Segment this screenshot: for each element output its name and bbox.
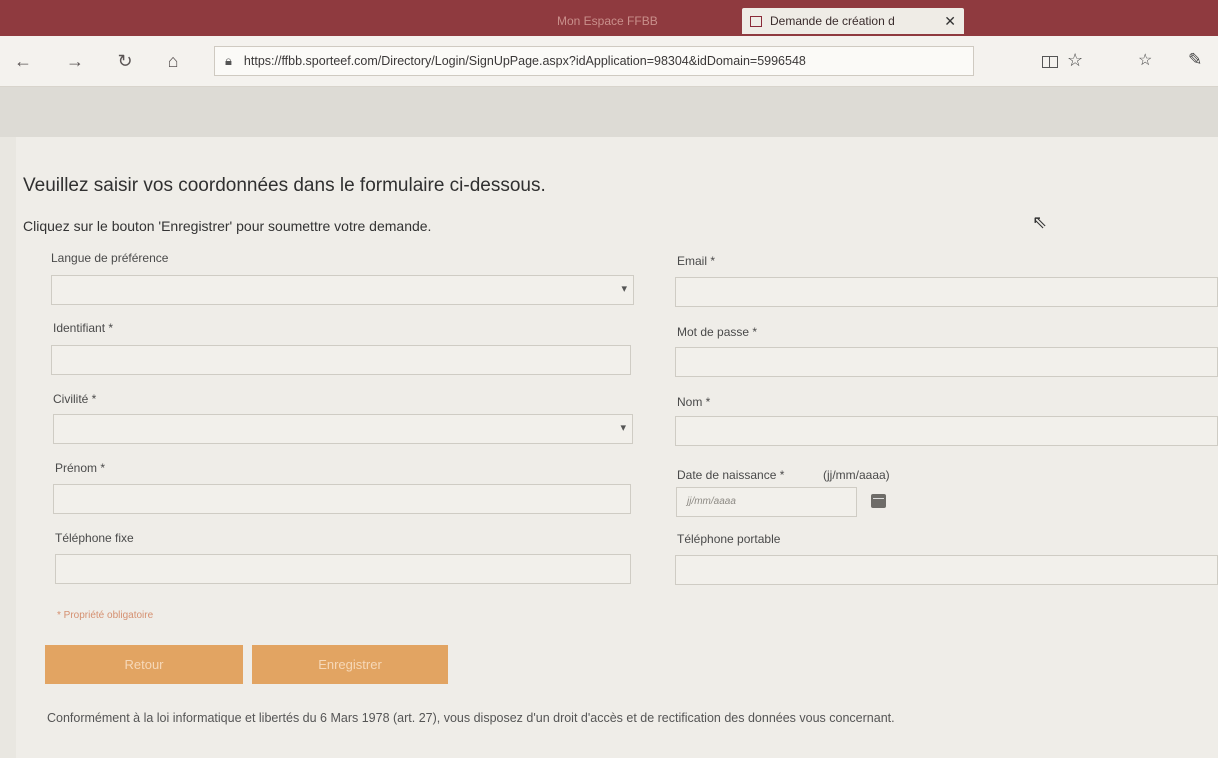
nom-label: Nom * [677, 395, 711, 409]
pen-icon[interactable]: ✎ [1188, 50, 1202, 70]
tab-mon-espace[interactable]: Mon Espace FFBB [545, 8, 754, 34]
page-title: Veuillez saisir vos coordonnées dans le … [23, 175, 546, 196]
email-input[interactable] [675, 277, 1218, 307]
retour-button[interactable]: Retour [45, 645, 243, 684]
mot-de-passe-label: Mot de passe * [677, 325, 758, 339]
lock-icon: 🔒︎ [225, 53, 232, 68]
telephone-fixe-input[interactable] [55, 554, 631, 584]
civilite-select[interactable] [53, 414, 633, 444]
mot-de-passe-input[interactable] [675, 347, 1218, 377]
tab-label: Demande de création d [770, 14, 895, 28]
page-banner [0, 87, 1218, 137]
address-bar[interactable]: 🔒︎ https://ffbb.sporteef.com/Directory/L… [214, 46, 974, 76]
tab-2[interactable] [305, 8, 399, 34]
civilite-label: Civilité * [53, 392, 97, 406]
identifiant-input[interactable] [51, 345, 631, 375]
tab-demande-creation[interactable]: Demande de création d ✕ [742, 8, 964, 34]
calendar-icon[interactable] [871, 494, 886, 508]
langue-select[interactable] [51, 275, 634, 305]
page-subtitle: Cliquez sur le bouton 'Enregistrer' pour… [23, 218, 432, 234]
reading-view-icon[interactable] [1042, 56, 1058, 68]
tab-1[interactable] [40, 8, 294, 34]
date-format-hint: (jj/mm/aaaa) [823, 468, 890, 482]
date-naissance-label: Date de naissance * [677, 468, 785, 482]
refresh-icon[interactable]: ↻ [112, 49, 138, 73]
back-icon[interactable]: ← [10, 49, 36, 73]
close-icon[interactable]: ✕ [944, 8, 956, 34]
url-text[interactable]: https://ffbb.sporteef.com/Directory/Logi… [244, 54, 806, 68]
legal-notice: Conformément à la loi informatique et li… [47, 711, 895, 725]
telephone-fixe-label: Téléphone fixe [55, 531, 134, 545]
forward-icon[interactable]: → [62, 49, 88, 73]
telephone-portable-label: Téléphone portable [677, 532, 781, 546]
prenom-label: Prénom * [55, 461, 106, 475]
page-icon [750, 15, 762, 27]
date-placeholder: jj/mm/aaaa [687, 496, 736, 507]
star-icon[interactable]: ☆ [1067, 50, 1083, 71]
email-label: Email * [677, 254, 716, 268]
prenom-input[interactable] [53, 484, 631, 514]
date-naissance-input[interactable]: jj/mm/aaaa [676, 487, 857, 517]
tab-bar: Mon Espace FFBB Demande de création d ✕ [0, 0, 1218, 36]
identifiant-label: Identifiant * [53, 321, 114, 335]
required-note: * Propriété obligatoire [57, 610, 154, 621]
mouse-cursor-icon: ⇖ [1032, 212, 1048, 232]
favorites-icon[interactable]: ☆ [1138, 50, 1152, 70]
langue-label: Langue de préférence [51, 251, 169, 265]
navigation-bar: ← → ↻ ⌂ 🔒︎ https://ffbb.sporteef.com/Dir… [0, 36, 1218, 87]
enregistrer-button[interactable]: Enregistrer [252, 645, 448, 684]
home-icon[interactable]: ⌂ [160, 49, 186, 73]
nom-input[interactable] [675, 416, 1218, 446]
telephone-portable-input[interactable] [675, 555, 1218, 585]
